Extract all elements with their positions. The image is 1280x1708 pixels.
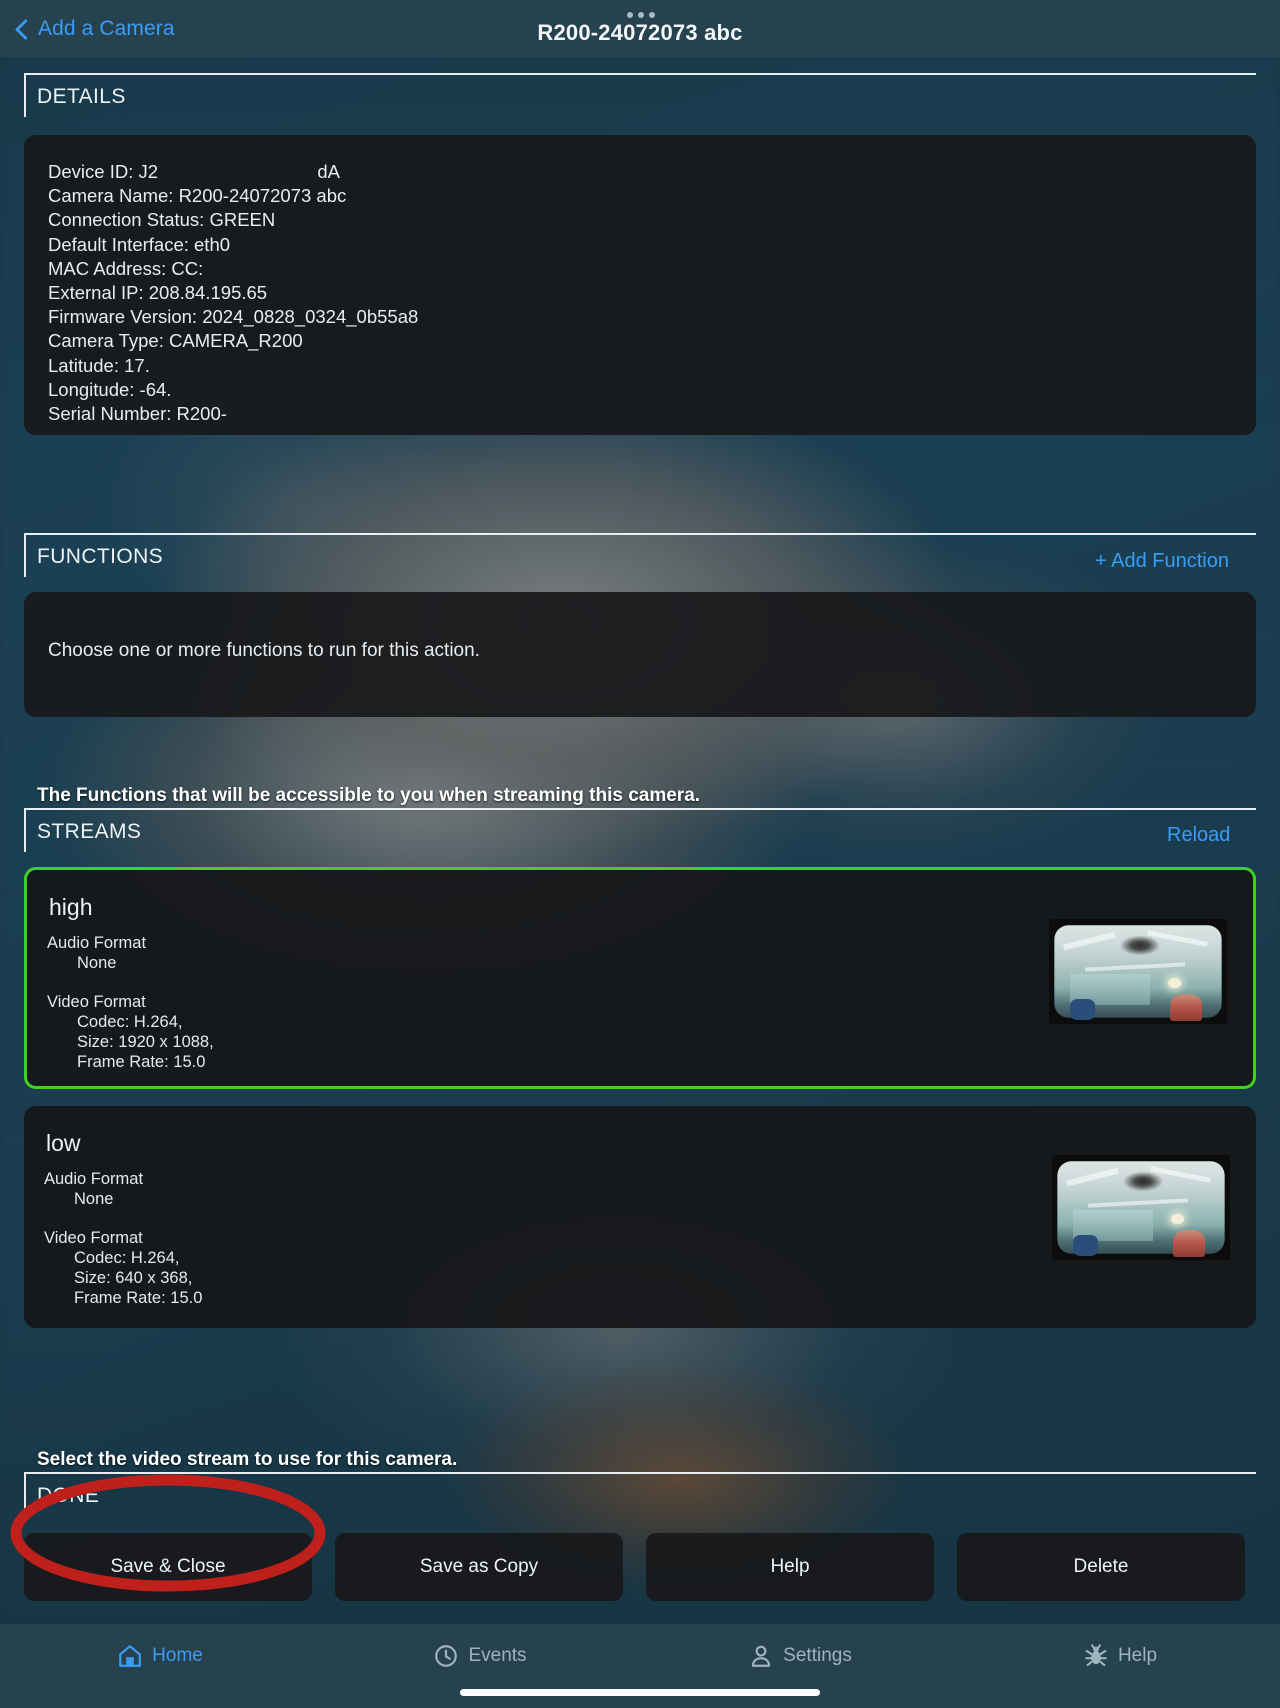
scroll-content: DETAILS Device ID: J2 dA Camera Name: R2…: [0, 57, 1280, 1624]
functions-section-header: FUNCTIONS: [24, 533, 1256, 577]
stream-card-low[interactable]: low Audio Format None Video Format Codec…: [24, 1106, 1256, 1328]
save-as-copy-button[interactable]: Save as Copy: [335, 1533, 623, 1601]
add-function-button[interactable]: + Add Function: [1095, 550, 1229, 573]
details-section-title: DETAILS: [37, 85, 126, 108]
video-frame-rate: Frame Rate: 15.0: [77, 1053, 206, 1071]
camera-detail-screen: Add a Camera R200-24072073 abc DETAILS D…: [0, 0, 1280, 1708]
reload-streams-button[interactable]: Reload: [1167, 824, 1230, 847]
detail-camera-name: Camera Name: R200-24072073 abc: [48, 185, 347, 207]
clock-icon: [435, 1645, 458, 1667]
tab-home-label: Home: [152, 1645, 203, 1666]
back-button-label: Add a Camera: [38, 16, 175, 40]
video-format-label: Video Format: [47, 993, 146, 1011]
audio-format-label: Audio Format: [44, 1170, 144, 1188]
functions-section-title: FUNCTIONS: [37, 545, 164, 568]
video-format-label: Video Format: [44, 1229, 143, 1247]
detail-longitude: Longitude: -64.: [48, 378, 172, 400]
help-button[interactable]: Help: [646, 1533, 934, 1601]
done-section-title: DONE: [37, 1484, 100, 1507]
detail-external-ip: External IP: 208.84.195.65: [48, 282, 268, 304]
video-size: Size: 1920 x 1088,: [77, 1033, 214, 1051]
stream-high-thumbnail[interactable]: [1049, 919, 1227, 1024]
stream-high-audio-format: Audio Format None: [47, 933, 146, 973]
detail-latitude: Latitude: 17.: [48, 354, 150, 376]
video-codec: Codec: H.264,: [74, 1249, 180, 1267]
top-navigation-bar: Add a Camera R200-24072073 abc: [0, 0, 1280, 57]
detail-connection-status: Connection Status: GREEN: [48, 209, 276, 231]
detail-mac-address: MAC Address: CC:: [48, 257, 204, 279]
detail-firmware-version: Firmware Version: 2024_0828_0324_0b55a8: [48, 306, 419, 328]
details-list: Device ID: J2 dA Camera Name: R200-24072…: [48, 160, 418, 426]
more-dots-icon: [627, 11, 655, 18]
stream-low-thumbnail[interactable]: [1052, 1155, 1230, 1260]
details-section-header: DETAILS: [24, 73, 1256, 117]
tab-settings-label: Settings: [783, 1645, 852, 1666]
home-indicator: [460, 1689, 820, 1696]
tab-help-label: Help: [1117, 1645, 1158, 1666]
stream-card-high[interactable]: high Audio Format None Video Format Code…: [24, 867, 1256, 1089]
video-codec: Codec: H.264,: [77, 1013, 183, 1031]
video-size: Size: 640 x 368,: [74, 1269, 193, 1287]
streams-section-header: STREAMS: [24, 808, 1256, 852]
bug-icon: [1085, 1644, 1107, 1667]
nav-title-group: R200-24072073 abc: [0, 0, 1280, 57]
audio-format-label: Audio Format: [47, 934, 147, 952]
stream-name-low: low: [46, 1130, 81, 1156]
delete-button[interactable]: Delete: [957, 1533, 1245, 1601]
stream-low-video-format: Video Format Codec: H.264, Size: 640 x 3…: [44, 1228, 202, 1308]
streams-section-title: STREAMS: [37, 820, 142, 843]
detail-default-interface: Default Interface: eth0: [48, 233, 231, 255]
tab-home[interactable]: Home: [0, 1624, 320, 1680]
detail-camera-type: Camera Type: CAMERA_R200: [48, 330, 303, 352]
tab-events[interactable]: Events: [320, 1624, 640, 1680]
detail-device-id: Device ID: J2 dA: [48, 161, 340, 182]
stream-name-high: high: [49, 894, 93, 920]
streams-note: Select the video stream to use for this …: [37, 1449, 458, 1470]
done-section-header: DONE: [24, 1472, 1256, 1516]
functions-panel[interactable]: Choose one or more functions to run for …: [24, 592, 1256, 717]
stream-low-audio-format: Audio Format None: [44, 1169, 143, 1209]
tab-help[interactable]: Help: [960, 1624, 1280, 1680]
save-and-close-button[interactable]: Save & Close: [24, 1533, 312, 1601]
functions-note: The Functions that will be accessible to…: [37, 785, 701, 806]
detail-serial-number: Serial Number: R200-: [48, 403, 227, 425]
chevron-left-icon: [16, 18, 29, 40]
stream-high-video-format: Video Format Codec: H.264, Size: 1920 x …: [47, 992, 214, 1072]
functions-placeholder-text: Choose one or more functions to run for …: [48, 640, 480, 661]
details-panel: Device ID: J2 dA Camera Name: R200-24072…: [24, 135, 1256, 435]
audio-format-value: None: [77, 954, 117, 972]
bottom-tab-bar: Home Events Settings Help: [0, 1624, 1280, 1708]
video-frame-rate: Frame Rate: 15.0: [74, 1289, 203, 1307]
tab-events-label: Events: [468, 1645, 527, 1666]
back-button[interactable]: Add a Camera: [16, 17, 175, 41]
audio-format-value: None: [74, 1190, 114, 1208]
tab-settings[interactable]: Settings: [640, 1624, 960, 1680]
person-icon: [751, 1645, 771, 1667]
page-title: R200-24072073 abc: [537, 19, 743, 45]
home-icon: [119, 1645, 141, 1667]
